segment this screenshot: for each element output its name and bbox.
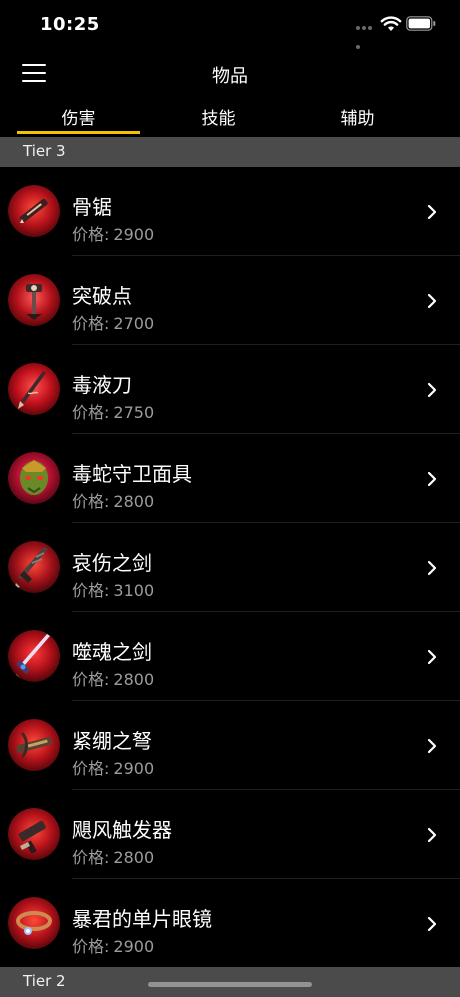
price-value: 2800	[113, 670, 155, 689]
signal-dots-icon	[356, 26, 378, 49]
price-label: 价格:	[72, 403, 110, 422]
item-name: 哀伤之剑	[72, 551, 152, 575]
tyrant-monocle-icon	[8, 897, 60, 949]
list-item[interactable]: 飓风触发器 价格: 2800	[0, 790, 460, 879]
section-title: Tier 2	[23, 972, 66, 990]
price-value: 3100	[113, 581, 155, 600]
chevron-right-icon	[427, 382, 437, 398]
price-label: 价格:	[72, 670, 110, 689]
list-item[interactable]: 噬魂之剑 价格: 2800	[0, 612, 460, 701]
list-item[interactable]: 骨锯 价格: 2900	[0, 167, 460, 256]
item-price: 价格: 2900	[72, 933, 154, 957]
price-value: 2800	[113, 492, 155, 511]
price-label: 价格:	[72, 225, 110, 244]
tab-support[interactable]: 辅助	[296, 104, 419, 129]
item-price: 价格: 3100	[72, 577, 154, 601]
status-bar: 10:25	[0, 0, 460, 50]
price-value: 2750	[113, 403, 155, 422]
soul-eater-sword-icon	[8, 630, 60, 682]
price-label: 价格:	[72, 314, 110, 333]
item-price: 价格: 2800	[72, 488, 154, 512]
price-value: 2900	[113, 759, 155, 778]
price-value: 2900	[113, 937, 155, 956]
section-header-tier-3: Tier 3	[0, 137, 460, 167]
tab-skill[interactable]: 技能	[157, 104, 280, 129]
chevron-right-icon	[427, 471, 437, 487]
price-value: 2900	[113, 225, 155, 244]
page-title: 物品	[212, 66, 248, 87]
chevron-right-icon	[427, 916, 437, 932]
item-name: 紧绷之弩	[72, 729, 152, 753]
breach-point-icon	[8, 274, 60, 326]
chevron-right-icon	[427, 649, 437, 665]
section-title: Tier 3	[23, 142, 66, 160]
item-name: 飓风触发器	[72, 818, 172, 842]
item-price: 价格: 2800	[72, 666, 154, 690]
serpent-guard-mask-icon	[8, 452, 60, 504]
price-label: 价格:	[72, 937, 110, 956]
tab-damage[interactable]: 伤害	[17, 104, 140, 129]
list-item[interactable]: 毒蛇守卫面具 价格: 2800	[0, 434, 460, 523]
navigation-bar: 物品	[0, 50, 460, 98]
item-list: 骨锯 价格: 2900 突破点 价格: 2700 毒液刀 价格: 2750 毒蛇…	[0, 167, 460, 968]
chevron-right-icon	[427, 560, 437, 576]
battery-icon	[406, 16, 436, 31]
item-price: 价格: 2750	[72, 399, 154, 423]
price-label: 价格:	[72, 759, 110, 778]
item-name: 突破点	[72, 284, 132, 308]
price-label: 价格:	[72, 492, 110, 511]
list-item[interactable]: 哀伤之剑 价格: 3100	[0, 523, 460, 612]
chevron-right-icon	[427, 204, 437, 220]
tab-indicator	[17, 131, 140, 134]
chevron-right-icon	[427, 293, 437, 309]
status-time: 10:25	[40, 14, 100, 35]
item-name: 毒液刀	[72, 373, 132, 397]
wifi-icon	[380, 16, 402, 31]
tab-bar: 伤害 技能 辅助	[0, 98, 460, 136]
item-price: 价格: 2800	[72, 844, 154, 868]
price-value: 2800	[113, 848, 155, 867]
tense-crossbow-icon	[8, 719, 60, 771]
sorrow-sword-icon	[8, 541, 60, 593]
venom-blade-icon	[8, 363, 60, 415]
price-label: 价格:	[72, 848, 110, 867]
hurricane-trigger-icon	[8, 808, 60, 860]
item-price: 价格: 2700	[72, 310, 154, 334]
bone-saw-icon	[8, 185, 60, 237]
list-item[interactable]: 毒液刀 价格: 2750	[0, 345, 460, 434]
item-name: 暴君的单片眼镜	[72, 907, 212, 931]
chevron-right-icon	[427, 738, 437, 754]
item-name: 骨锯	[72, 195, 112, 219]
price-value: 2700	[113, 314, 155, 333]
item-price: 价格: 2900	[72, 755, 154, 779]
item-name: 噬魂之剑	[72, 640, 152, 664]
list-item[interactable]: 暴君的单片眼镜 价格: 2900	[0, 879, 460, 968]
chevron-right-icon	[427, 827, 437, 843]
item-price: 价格: 2900	[72, 221, 154, 245]
price-label: 价格:	[72, 581, 110, 600]
list-item[interactable]: 突破点 价格: 2700	[0, 256, 460, 345]
home-indicator	[148, 982, 312, 987]
item-name: 毒蛇守卫面具	[72, 462, 192, 486]
list-item[interactable]: 紧绷之弩 价格: 2900	[0, 701, 460, 790]
